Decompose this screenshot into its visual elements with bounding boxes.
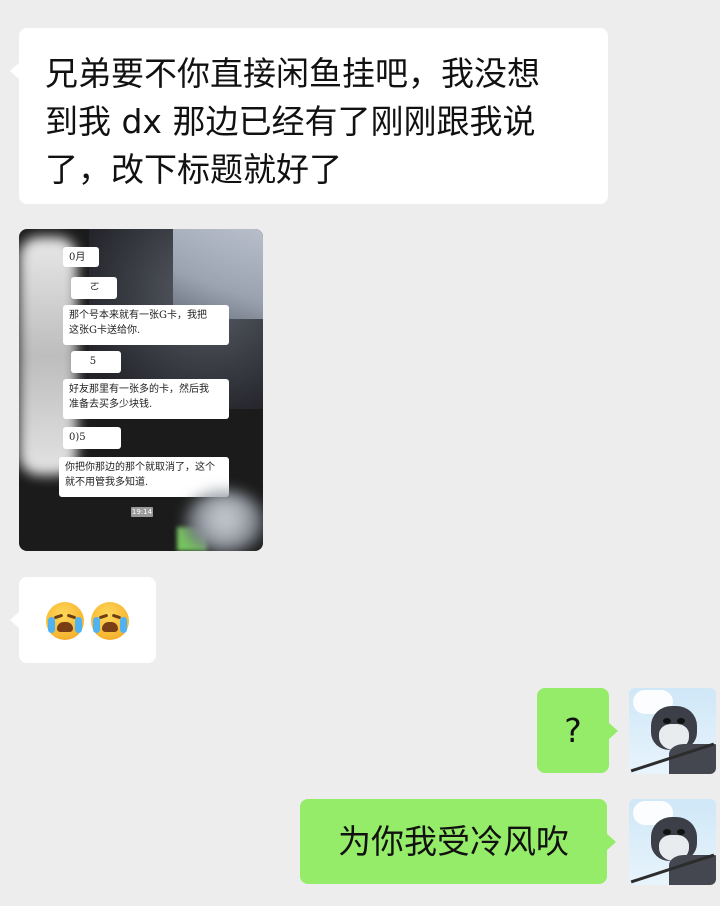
image-chat-card: 好友那里有一张多的卡，然后我 准备去买多少块钱. [63, 379, 229, 419]
loudly-crying-face-icon [46, 602, 84, 640]
image-card-text: 0月 [69, 252, 86, 263]
image-chat-card: 0月 [63, 247, 99, 267]
image-card-text: 好友那里有一张多的卡，然后我 [69, 384, 209, 395]
message-text: ? [564, 711, 582, 750]
blurred-avatar-right [185, 491, 263, 551]
image-card-text: 就不用管我多知道. [65, 477, 149, 488]
image-card-text: 那个号本来就有一张G卡，我把 [69, 310, 207, 321]
tom-cat-avatar-icon[interactable] [629, 799, 716, 885]
image-card-text: 这张G卡送给你. [69, 325, 141, 336]
image-chat-card: 那个号本来就有一张G卡，我把 这张G卡送给你. [63, 305, 229, 345]
image-chat-card: 0)5 [63, 427, 121, 449]
image-chat-card: ㄛ [71, 277, 117, 299]
image-card-text: 0)5 [69, 432, 86, 443]
loudly-crying-face-icon [91, 602, 129, 640]
outgoing-text-bubble[interactable]: ? [537, 688, 618, 773]
image-card-text: 5 [77, 356, 97, 367]
image-chat-card: 5 [71, 351, 121, 373]
message-line: 了，改下标题就好了 [45, 150, 342, 189]
message-text: 为你我受冷风吹 [338, 822, 569, 861]
message-line: 到我 dx 那边已经有了刚刚跟我说 [45, 102, 536, 141]
incoming-image-message[interactable]: 0月 ㄛ 那个号本来就有一张G卡，我把 这张G卡送给你. 5 好友那里有一张多的… [19, 229, 263, 551]
outgoing-text-bubble[interactable]: 为你我受冷风吹 [300, 799, 616, 884]
image-chat-card: 你把你那边的那个就取消了，这个 就不用管我多知道. [59, 457, 229, 497]
incoming-text-bubble[interactable]: 兄弟要不你直接闲鱼挂吧，我没想 到我 dx 那边已经有了刚刚跟我说 了，改下标题… [10, 28, 608, 204]
image-card-text: 你把你那边的那个就取消了，这个 [65, 462, 215, 473]
message-line: 兄弟要不你直接闲鱼挂吧，我没想 [45, 54, 540, 93]
image-card-text: 准备去买多少块钱. [69, 399, 153, 410]
chat-area: 兄弟要不你直接闲鱼挂吧，我没想 到我 dx 那边已经有了刚刚跟我说 了，改下标题… [0, 0, 720, 906]
incoming-emoji-bubble[interactable] [10, 577, 156, 663]
image-card-text: ㄛ [77, 282, 100, 293]
tom-cat-avatar-icon[interactable] [629, 688, 716, 774]
image-timestamp: 19:14 [131, 507, 153, 517]
